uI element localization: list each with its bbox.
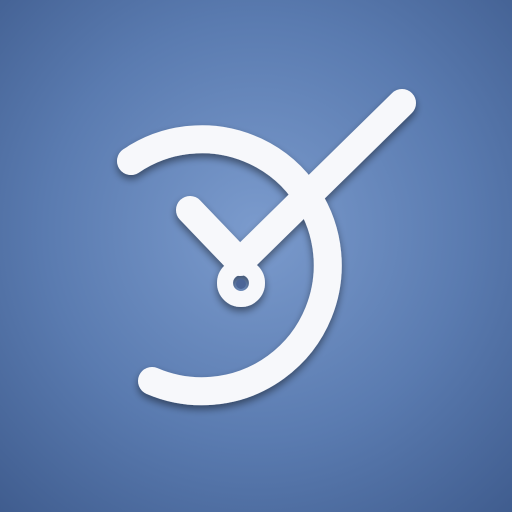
app-icon (0, 0, 512, 512)
clock-checkmark-icon (0, 0, 512, 512)
clock-hub-center (236, 279, 246, 289)
